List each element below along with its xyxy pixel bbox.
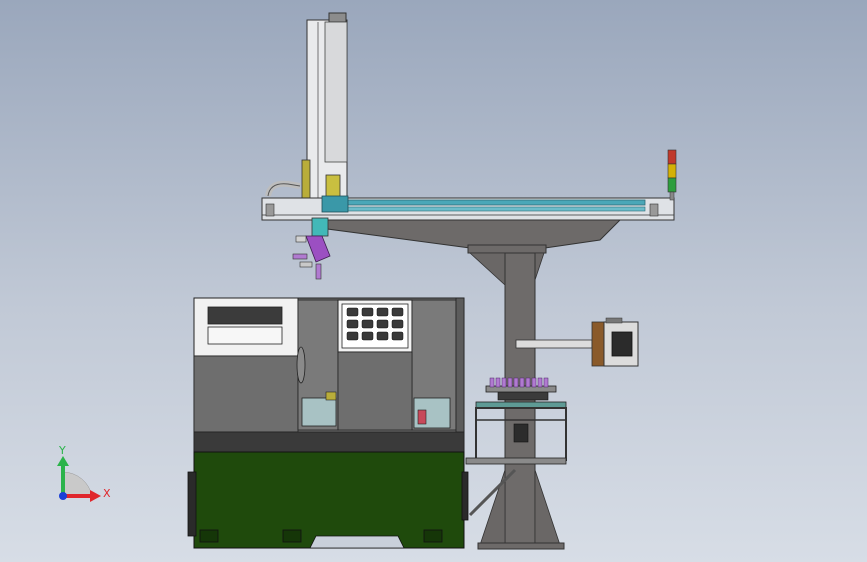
z-axis-dot (59, 492, 67, 500)
y-axis-label: Y (58, 444, 66, 457)
cad-viewport[interactable]: Y X (0, 0, 867, 562)
x-axis-label: X (103, 487, 111, 500)
coordinate-triad: Y X (57, 444, 111, 502)
